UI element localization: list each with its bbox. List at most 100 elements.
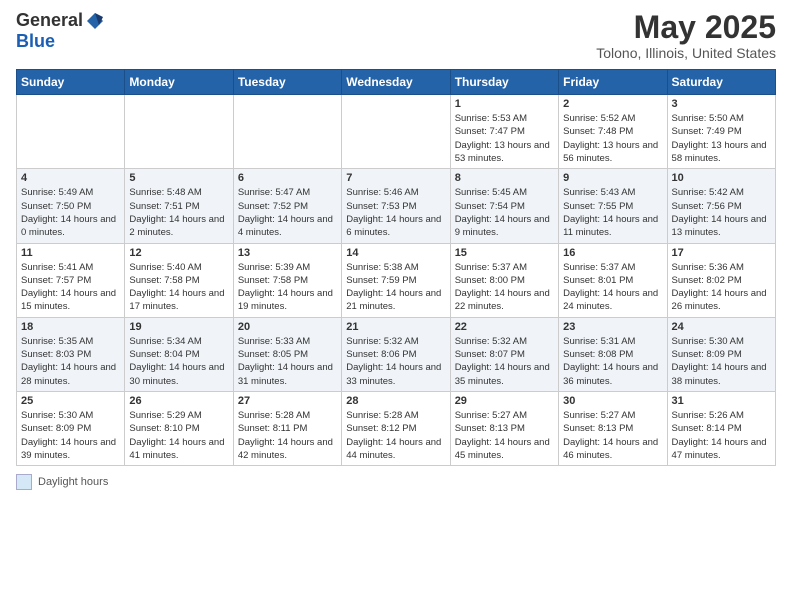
calendar-cell (342, 95, 450, 169)
day-number: 10 (672, 172, 771, 184)
title-block: May 2025 Tolono, Illinois, United States (596, 10, 776, 61)
day-info: Sunrise: 5:40 AMSunset: 7:58 PMDaylight:… (129, 261, 228, 314)
page: General Blue May 2025 Tolono, Illinois, … (0, 0, 792, 612)
calendar-day-header: Tuesday (233, 70, 341, 95)
day-number: 9 (563, 172, 662, 184)
calendar-cell: 22Sunrise: 5:32 AMSunset: 8:07 PMDayligh… (450, 317, 558, 391)
calendar-header-row: SundayMondayTuesdayWednesdayThursdayFrid… (17, 70, 776, 95)
calendar-cell: 18 Sunrise: 5:35 AMSunset: 8:03 PMDayligh… (17, 317, 125, 391)
day-info: Sunrise: 5:41 AMSunset: 7:57 PMDaylight:… (21, 261, 120, 314)
calendar-cell: 24 Sunrise: 5:30 AMSunset: 8:09 PMDayligh… (667, 317, 775, 391)
calendar-cell: 14Sunrise: 5:38 AMSunset: 7:59 PMDayligh… (342, 243, 450, 317)
calendar-cell: 31 Sunrise: 5:26 AMSunset: 8:14 PMDayligh… (667, 391, 775, 465)
day-number: 11 (21, 247, 120, 259)
calendar-cell: 12Sunrise: 5:40 AMSunset: 7:58 PMDayligh… (125, 243, 233, 317)
calendar-cell: 13 Sunrise: 5:39 AMSunset: 7:58 PMDayligh… (233, 243, 341, 317)
day-number: 5 (129, 172, 228, 184)
day-info: Sunrise: 5:32 AMSunset: 8:06 PMDaylight:… (346, 335, 445, 388)
calendar-cell: 9Sunrise: 5:43 AMSunset: 7:55 PMDaylight… (559, 169, 667, 243)
day-number: 14 (346, 247, 445, 259)
day-number: 27 (238, 395, 337, 407)
day-number: 1 (455, 98, 554, 110)
subtitle: Tolono, Illinois, United States (596, 45, 776, 61)
day-number: 20 (238, 321, 337, 333)
day-info: Sunrise: 5:37 AMSunset: 8:01 PMDaylight:… (563, 261, 662, 314)
day-info: Sunrise: 5:26 AMSunset: 8:14 PMDaylight:… (672, 409, 771, 462)
day-number: 24 (672, 321, 771, 333)
day-number: 6 (238, 172, 337, 184)
day-info: Sunrise: 5:39 AMSunset: 7:58 PMDaylight:… (238, 261, 337, 314)
day-number: 3 (672, 98, 771, 110)
day-number: 18 (21, 321, 120, 333)
calendar-cell: 19 Sunrise: 5:34 AMSunset: 8:04 PMDayligh… (125, 317, 233, 391)
day-number: 29 (455, 395, 554, 407)
day-number: 19 (129, 321, 228, 333)
calendar-cell: 29 Sunrise: 5:27 AMSunset: 8:13 PMDayligh… (450, 391, 558, 465)
calendar-cell: 11 Sunrise: 5:41 AMSunset: 7:57 PMDayligh… (17, 243, 125, 317)
day-number: 15 (455, 247, 554, 259)
calendar-week-row: 11 Sunrise: 5:41 AMSunset: 7:57 PMDayligh… (17, 243, 776, 317)
day-info: Sunrise: 5:52 AMSunset: 7:48 PMDaylight:… (563, 112, 662, 165)
day-number: 31 (672, 395, 771, 407)
day-number: 25 (21, 395, 120, 407)
day-info: Sunrise: 5:46 AMSunset: 7:53 PMDaylight:… (346, 186, 445, 239)
day-info: Sunrise: 5:32 AMSunset: 8:07 PMDaylight:… (455, 335, 554, 388)
day-number: 2 (563, 98, 662, 110)
day-info: Sunrise: 5:35 AMSunset: 8:03 PMDaylight:… (21, 335, 120, 388)
calendar-day-header: Saturday (667, 70, 775, 95)
day-info: Sunrise: 5:50 AMSunset: 7:49 PMDaylight:… (672, 112, 771, 165)
legend-label: Daylight hours (38, 476, 108, 488)
day-info: Sunrise: 5:27 AMSunset: 8:13 PMDaylight:… (455, 409, 554, 462)
calendar-cell: 5 Sunrise: 5:48 AMSunset: 7:51 PMDaylight… (125, 169, 233, 243)
day-number: 7 (346, 172, 445, 184)
logo-blue-text: Blue (16, 31, 55, 52)
day-info: Sunrise: 5:30 AMSunset: 8:09 PMDaylight:… (672, 335, 771, 388)
calendar-table: SundayMondayTuesdayWednesdayThursdayFrid… (16, 69, 776, 466)
calendar-cell (233, 95, 341, 169)
calendar-cell (125, 95, 233, 169)
calendar-cell: 15 Sunrise: 5:37 AMSunset: 8:00 PMDayligh… (450, 243, 558, 317)
calendar-cell: 7 Sunrise: 5:46 AMSunset: 7:53 PMDaylight… (342, 169, 450, 243)
calendar-week-row: 1 Sunrise: 5:53 AMSunset: 7:47 PMDaylight… (17, 95, 776, 169)
calendar-day-header: Wednesday (342, 70, 450, 95)
day-number: 13 (238, 247, 337, 259)
calendar-cell: 26Sunrise: 5:29 AMSunset: 8:10 PMDayligh… (125, 391, 233, 465)
day-info: Sunrise: 5:29 AMSunset: 8:10 PMDaylight:… (129, 409, 228, 462)
main-title: May 2025 (596, 10, 776, 45)
day-number: 8 (455, 172, 554, 184)
day-info: Sunrise: 5:42 AMSunset: 7:56 PMDaylight:… (672, 186, 771, 239)
calendar-day-header: Sunday (17, 70, 125, 95)
calendar-cell: 21Sunrise: 5:32 AMSunset: 8:06 PMDayligh… (342, 317, 450, 391)
day-info: Sunrise: 5:49 AMSunset: 7:50 PMDaylight:… (21, 186, 120, 239)
calendar-cell: 8 Sunrise: 5:45 AMSunset: 7:54 PMDaylight… (450, 169, 558, 243)
calendar-cell: 2 Sunrise: 5:52 AMSunset: 7:48 PMDaylight… (559, 95, 667, 169)
day-number: 4 (21, 172, 120, 184)
calendar-cell: 4 Sunrise: 5:49 AMSunset: 7:50 PMDaylight… (17, 169, 125, 243)
calendar-cell: 6Sunrise: 5:47 AMSunset: 7:52 PMDaylight… (233, 169, 341, 243)
day-info: Sunrise: 5:53 AMSunset: 7:47 PMDaylight:… (455, 112, 554, 165)
calendar-day-header: Thursday (450, 70, 558, 95)
calendar-day-header: Friday (559, 70, 667, 95)
day-info: Sunrise: 5:45 AMSunset: 7:54 PMDaylight:… (455, 186, 554, 239)
calendar-cell: 27 Sunrise: 5:28 AMSunset: 8:11 PMDayligh… (233, 391, 341, 465)
calendar-cell: 1 Sunrise: 5:53 AMSunset: 7:47 PMDaylight… (450, 95, 558, 169)
calendar-cell: 16Sunrise: 5:37 AMSunset: 8:01 PMDayligh… (559, 243, 667, 317)
day-info: Sunrise: 5:48 AMSunset: 7:51 PMDaylight:… (129, 186, 228, 239)
legend-box (16, 474, 32, 490)
calendar-week-row: 4 Sunrise: 5:49 AMSunset: 7:50 PMDaylight… (17, 169, 776, 243)
day-info: Sunrise: 5:37 AMSunset: 8:00 PMDaylight:… (455, 261, 554, 314)
logo: General Blue (16, 10, 105, 52)
day-info: Sunrise: 5:31 AMSunset: 8:08 PMDaylight:… (563, 335, 662, 388)
calendar-cell: 20 Sunrise: 5:33 AMSunset: 8:05 PMDayligh… (233, 317, 341, 391)
day-info: Sunrise: 5:33 AMSunset: 8:05 PMDaylight:… (238, 335, 337, 388)
calendar-day-header: Monday (125, 70, 233, 95)
day-info: Sunrise: 5:34 AMSunset: 8:04 PMDaylight:… (129, 335, 228, 388)
logo-general-text: General (16, 10, 83, 31)
calendar-cell: 17Sunrise: 5:36 AMSunset: 8:02 PMDayligh… (667, 243, 775, 317)
calendar-cell: 3 Sunrise: 5:50 AMSunset: 7:49 PMDaylight… (667, 95, 775, 169)
calendar-cell: 30Sunrise: 5:27 AMSunset: 8:13 PMDayligh… (559, 391, 667, 465)
day-info: Sunrise: 5:28 AMSunset: 8:11 PMDaylight:… (238, 409, 337, 462)
day-info: Sunrise: 5:28 AMSunset: 8:12 PMDaylight:… (346, 409, 445, 462)
legend: Daylight hours (16, 474, 776, 490)
day-info: Sunrise: 5:30 AMSunset: 8:09 PMDaylight:… (21, 409, 120, 462)
